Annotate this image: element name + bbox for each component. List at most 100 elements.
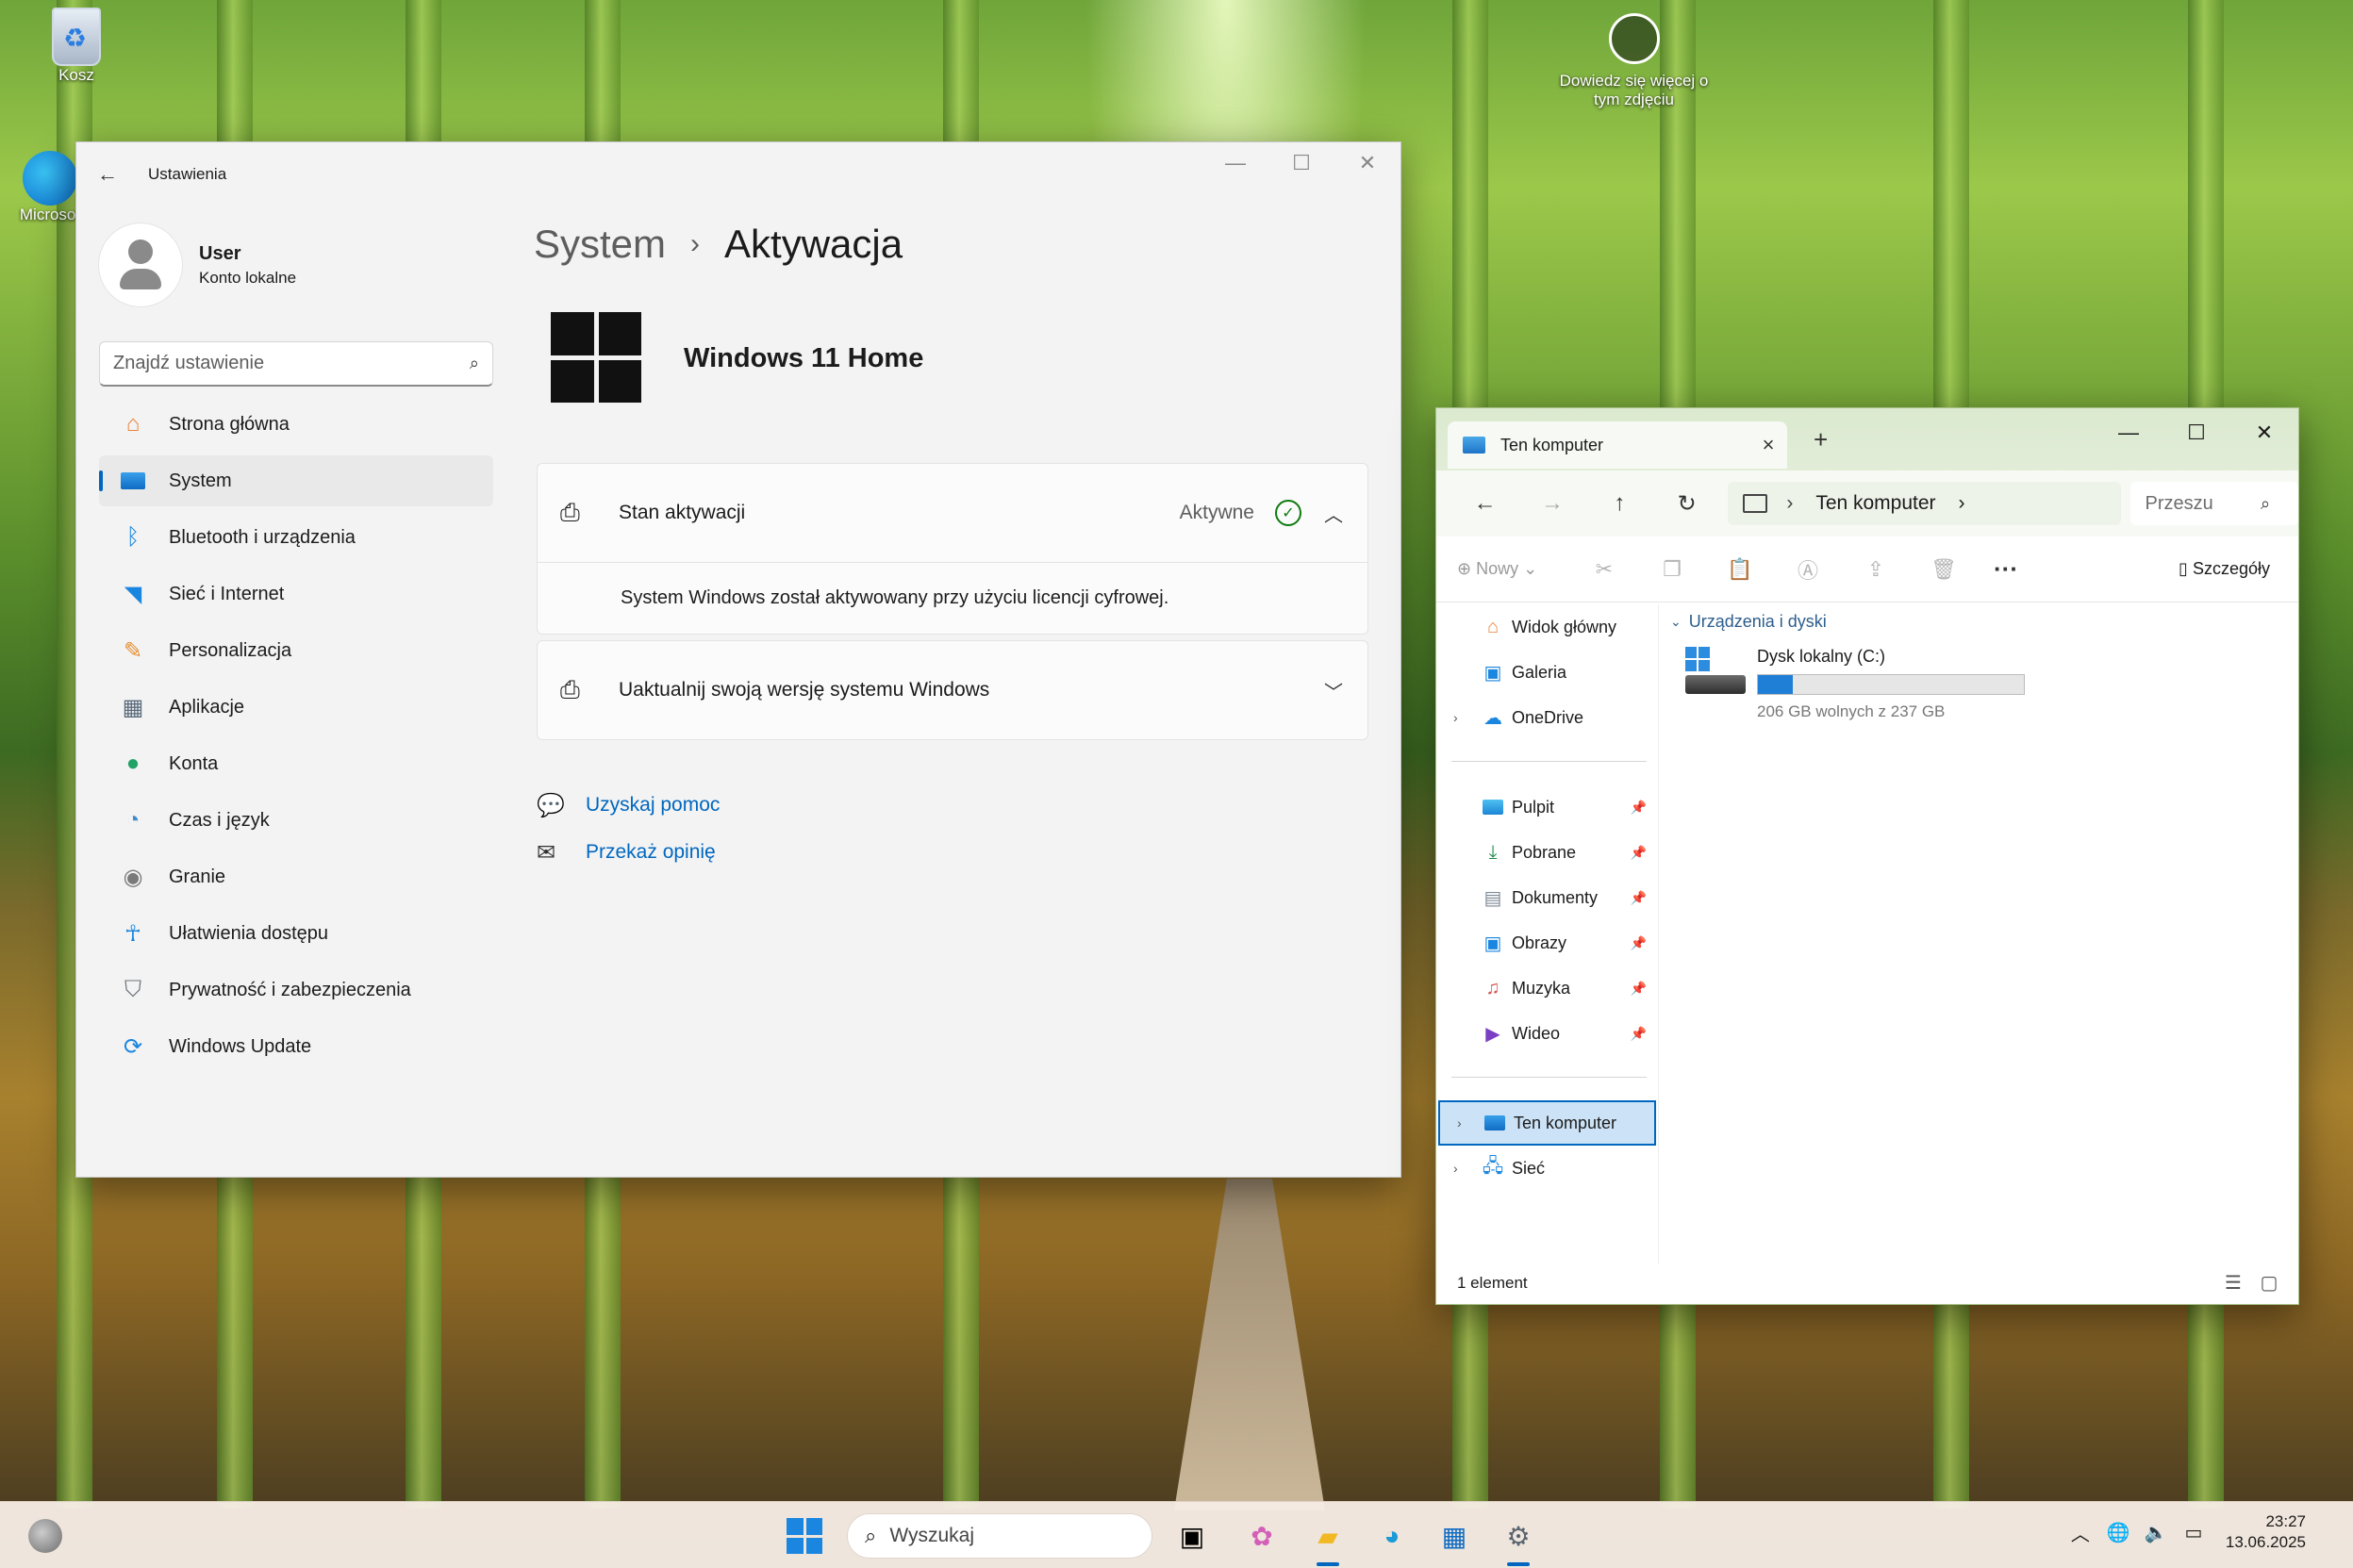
delete-icon[interactable]: 🗑 xyxy=(1910,557,1978,582)
sidebar-item-label: Windows Update xyxy=(169,1035,312,1057)
nav-videos[interactable]: ▶ Wideo 📌 xyxy=(1436,1011,1658,1056)
maximize-button[interactable]: ☐ xyxy=(2162,414,2230,452)
details-view-icon[interactable]: ☰ xyxy=(2215,1271,2251,1295)
nav-item-label: Widok główny xyxy=(1512,617,1617,636)
pin-icon[interactable]: 📌 xyxy=(1631,981,1647,997)
volume-icon[interactable]: 🔈 xyxy=(2137,1521,2175,1544)
taskbar-search[interactable]: ⌕ Wyszukaj xyxy=(847,1513,1152,1559)
home-icon: ⌂ xyxy=(1486,616,1500,637)
battery-icon[interactable]: ▭ xyxy=(2175,1521,2212,1544)
activation-state-header[interactable]: ⎙ Stan aktywacji Aktywne ✓ ︿ xyxy=(538,464,1367,562)
forward-arrow-icon[interactable]: → xyxy=(1518,490,1585,517)
feedback-icon: ✉ xyxy=(537,839,556,866)
recycle-bin-desktop-icon[interactable]: Kosz xyxy=(47,8,106,85)
pin-icon[interactable]: 📌 xyxy=(1631,935,1647,951)
edge-desktop-shortcut[interactable]: Microsof xyxy=(17,151,83,224)
sidebar-item-apps[interactable]: ▦ Aplikacje xyxy=(99,682,493,733)
sidebar-item-time-language[interactable]: ◔ Czas i język xyxy=(99,795,493,846)
sidebar-item-label: Sieć i Internet xyxy=(169,583,285,604)
certificate-icon: ⎙ xyxy=(560,498,580,526)
user-profile[interactable]: User Konto lokalne xyxy=(99,223,296,306)
up-arrow-icon[interactable]: ↑ xyxy=(1586,490,1653,517)
music-icon: ♫ xyxy=(1485,977,1500,999)
rename-icon[interactable]: Ⓐ xyxy=(1774,554,1842,585)
pin-icon[interactable]: 📌 xyxy=(1631,890,1647,906)
upgrade-edition-header[interactable]: ⎙ Uaktualnij swoją wersję systemu Window… xyxy=(538,641,1367,739)
get-help-link[interactable]: 💬 Uzyskaj pomoc xyxy=(537,782,720,829)
new-tab-button[interactable]: + xyxy=(1814,425,1828,454)
cut-icon[interactable]: ✂ xyxy=(1570,557,1638,582)
nav-home[interactable]: ⌂ Widok główny xyxy=(1436,604,1658,650)
store-icon[interactable]: ▦ xyxy=(1433,1515,1475,1557)
devices-group-label: Urządzenia i dyski xyxy=(1688,612,1827,631)
chevron-right-icon[interactable]: › xyxy=(1457,1115,1462,1131)
explorer-tab[interactable]: Ten komputer × xyxy=(1448,421,1787,469)
sidebar-item-network[interactable]: ◥ Sieć i Internet xyxy=(99,569,493,619)
start-button[interactable] xyxy=(787,1518,822,1554)
file-explorer-icon[interactable]: ▰ xyxy=(1307,1515,1349,1566)
share-icon[interactable]: ⇪ xyxy=(1842,557,1910,582)
minimize-button[interactable]: — xyxy=(2095,414,2162,452)
pin-icon[interactable]: 📌 xyxy=(1631,845,1647,861)
chevron-up-icon[interactable]: ︿ xyxy=(2062,1519,2099,1546)
widgets-icon[interactable] xyxy=(28,1519,62,1553)
copy-icon[interactable]: ❐ xyxy=(1638,557,1706,582)
task-view-icon[interactable]: ▣ xyxy=(1171,1515,1213,1557)
close-button[interactable]: ✕ xyxy=(2230,414,2298,452)
drive-tile[interactable]: Dysk lokalny (C:) 206 GB wolnych z 237 G… xyxy=(1670,647,2025,721)
file-explorer-window: Ten komputer × + — ☐ ✕ ← → ↑ ↻ › Ten kom… xyxy=(1435,407,2299,1305)
back-arrow-icon[interactable]: ← xyxy=(97,162,125,187)
nav-documents[interactable]: ▤ Dokumenty 📌 xyxy=(1436,875,1658,920)
sidebar-item-windows-update[interactable]: ⟳ Windows Update xyxy=(99,1021,493,1072)
back-arrow-icon[interactable]: ← xyxy=(1451,490,1518,517)
upgrade-edition-label: Uaktualnij swoją wersję systemu Windows xyxy=(619,679,990,701)
devices-group-header[interactable]: ⌄ Urządzenia i dyski xyxy=(1670,612,2025,632)
sidebar-item-system[interactable]: System xyxy=(99,455,493,506)
sidebar-item-personalization[interactable]: ✎ Personalizacja xyxy=(99,625,493,676)
chevron-right-icon[interactable]: › xyxy=(1453,1161,1458,1176)
minimize-button[interactable]: — xyxy=(1202,142,1268,184)
details-button[interactable]: ▯ Szczegóły xyxy=(2179,559,2270,579)
nav-pictures[interactable]: ▣ Obrazy 📌 xyxy=(1436,920,1658,966)
nav-downloads[interactable]: ⤓ Pobrane 📌 xyxy=(1436,830,1658,875)
close-button[interactable]: ✕ xyxy=(1334,142,1400,184)
settings-gear-icon[interactable]: ⚙ xyxy=(1498,1515,1539,1566)
new-button[interactable]: ⊕ Nowy ⌄ xyxy=(1457,559,1570,579)
clock[interactable]: 23:27 13.06.2025 xyxy=(2226,1511,2306,1553)
nav-onedrive[interactable]: › ☁ OneDrive xyxy=(1436,695,1658,740)
pin-icon[interactable]: 📌 xyxy=(1631,1026,1647,1042)
sidebar-item-privacy[interactable]: ⛉ Prywatność i zabezpieczenia xyxy=(99,965,493,1015)
drive-free-space: 206 GB wolnych z 237 GB xyxy=(1757,702,1946,720)
learn-about-picture[interactable]: Dowiedz się więcej o tym zdjęciu xyxy=(1556,13,1712,109)
explorer-tab-title: Ten komputer xyxy=(1500,435,1604,454)
sidebar-item-gaming[interactable]: ◉ Granie xyxy=(99,851,493,902)
give-feedback-link[interactable]: ✉ Przekaż opinię xyxy=(537,829,720,876)
maximize-button[interactable]: ☐ xyxy=(1268,142,1334,184)
more-options-icon[interactable]: ··· xyxy=(1978,554,2034,584)
nav-this-pc[interactable]: › Ten komputer xyxy=(1438,1100,1656,1146)
explorer-search-input[interactable]: Przeszu ⌕ xyxy=(2129,482,2298,525)
copilot-icon[interactable]: ✿ xyxy=(1241,1515,1283,1557)
close-tab-icon[interactable]: × xyxy=(1749,433,1787,457)
breadcrumb-parent[interactable]: System xyxy=(534,222,666,267)
clock-time: 23:27 xyxy=(2265,1512,2306,1530)
pin-icon[interactable]: 📌 xyxy=(1631,800,1647,816)
sidebar-item-bluetooth[interactable]: ᛒ Bluetooth i urządzenia xyxy=(99,512,493,563)
nav-music[interactable]: ♫ Muzyka 📌 xyxy=(1436,966,1658,1011)
edge-icon[interactable]: ◕ xyxy=(1371,1515,1413,1557)
sidebar-item-accounts[interactable]: ● Konta xyxy=(99,738,493,789)
upgrade-edition-card[interactable]: ⎙ Uaktualnij swoją wersję systemu Window… xyxy=(537,640,1368,740)
sidebar-item-accessibility[interactable]: ☥ Ułatwienia dostępu xyxy=(99,908,493,959)
nav-desktop[interactable]: Pulpit 📌 xyxy=(1436,784,1658,830)
paste-icon[interactable]: 📋 xyxy=(1706,557,1774,582)
chevron-right-icon[interactable]: › xyxy=(1453,710,1458,725)
address-bar[interactable]: › Ten komputer › xyxy=(1728,482,2121,525)
nav-gallery[interactable]: ▣ Galeria xyxy=(1436,650,1658,695)
tiles-view-icon[interactable]: ▢ xyxy=(2251,1271,2287,1295)
globe-icon[interactable]: 🌐 xyxy=(2099,1521,2137,1544)
sidebar-item-home[interactable]: ⌂ Strona główna xyxy=(99,399,493,450)
nav-network[interactable]: › 🖧 Sieć xyxy=(1436,1146,1658,1191)
refresh-icon[interactable]: ↻ xyxy=(1653,490,1720,518)
settings-search-input[interactable]: Znajdź ustawienie ⌕ xyxy=(99,341,493,387)
clock-date: 13.06.2025 xyxy=(2225,1533,2306,1551)
